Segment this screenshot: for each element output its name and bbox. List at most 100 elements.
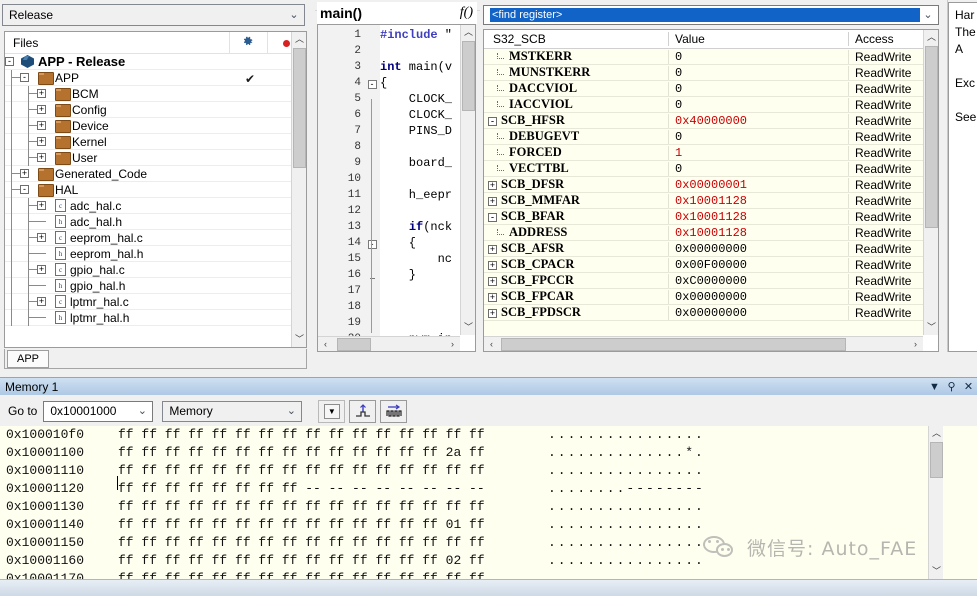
registers-hscroll-thumb[interactable] xyxy=(501,338,846,351)
register-expander[interactable]: - xyxy=(488,213,497,222)
editor-vertical-scrollbar[interactable]: ︿ ﹀ xyxy=(460,25,475,335)
fold-marker[interactable] xyxy=(364,123,380,139)
scroll-down-icon[interactable]: ﹀ xyxy=(929,564,944,579)
memory-hex-bytes[interactable]: ff ff ff ff ff ff ff ff ff ff ff ff ff f… xyxy=(118,444,548,462)
register-value[interactable]: 0x00000001 xyxy=(668,178,848,192)
fold-marker[interactable] xyxy=(364,203,380,219)
tree-item[interactable]: +ceeprom_hal.c xyxy=(5,230,291,246)
register-value[interactable]: 0x00000000 xyxy=(668,306,848,320)
scroll-right-icon[interactable]: › xyxy=(908,339,923,349)
tree-item[interactable]: +BCM xyxy=(5,86,291,102)
register-value[interactable]: 0 xyxy=(668,162,848,176)
register-row[interactable]: ADDRESS0x10001128ReadWrite xyxy=(484,225,923,241)
editor-hscroll-thumb[interactable] xyxy=(337,338,371,351)
register-value[interactable]: 0 xyxy=(668,98,848,112)
scroll-up-icon[interactable]: ︿ xyxy=(461,25,476,40)
fold-marker[interactable] xyxy=(364,219,380,235)
scroll-left-icon[interactable]: ‹ xyxy=(318,339,333,349)
editor-scroll-thumb[interactable] xyxy=(462,41,475,111)
fold-marker[interactable] xyxy=(364,91,380,107)
waveform-button[interactable] xyxy=(380,400,407,423)
register-expander[interactable]: + xyxy=(488,181,497,190)
register-row[interactable]: +SCB_DFSR0x00000001ReadWrite xyxy=(484,177,923,193)
memory-row[interactable]: 0x10001160ff ff ff ff ff ff ff ff ff ff … xyxy=(0,552,977,570)
memory-hex-bytes[interactable]: ff ff ff ff ff ff ff ff ff ff ff ff ff f… xyxy=(118,498,548,516)
memory-hex-bytes[interactable]: ff ff ff ff ff ff ff ff ff ff ff ff ff f… xyxy=(118,534,548,552)
chevron-down-icon[interactable]: ⌄ xyxy=(283,406,299,417)
tree-item[interactable]: +Config xyxy=(5,102,291,118)
pin-icon[interactable]: ⚲ xyxy=(943,380,960,393)
memory-row[interactable]: 0x10001150ff ff ff ff ff ff ff ff ff ff … xyxy=(0,534,977,552)
fold-marker[interactable]: - xyxy=(364,75,380,91)
tree-item[interactable]: +User xyxy=(5,150,291,166)
register-expander[interactable]: + xyxy=(488,309,497,318)
gear-icon[interactable] xyxy=(228,35,266,51)
register-expander[interactable]: + xyxy=(488,277,497,286)
register-value[interactable]: 0xC0000000 xyxy=(668,274,848,288)
fold-marker[interactable] xyxy=(364,299,380,315)
register-find-combo[interactable]: <find register> ⌄ xyxy=(483,5,939,25)
memory-hex-bytes[interactable]: ff ff ff ff ff ff ff ff ff ff ff ff ff f… xyxy=(118,570,548,579)
register-value[interactable]: 0x10001128 xyxy=(668,226,848,240)
fold-marker[interactable] xyxy=(364,27,380,43)
tree-item[interactable]: hgpio_hal.h xyxy=(5,278,291,294)
register-value[interactable]: 0 xyxy=(668,82,848,96)
memory-vertical-scrollbar[interactable]: ︿ ﹀ xyxy=(928,426,943,579)
register-row[interactable]: +SCB_MMFAR0x10001128ReadWrite xyxy=(484,193,923,209)
explorer-tab-bar[interactable]: APP xyxy=(4,349,307,369)
memory-scroll-thumb[interactable] xyxy=(930,442,943,478)
memory-hex-bytes[interactable]: ff ff ff ff ff ff ff ff ff ff ff ff ff f… xyxy=(118,516,548,534)
registers-scroll-thumb[interactable] xyxy=(925,46,938,228)
tree-expander[interactable]: + xyxy=(37,121,46,130)
register-value[interactable]: 0x00000000 xyxy=(668,290,848,304)
tree-item[interactable]: +Kernel xyxy=(5,134,291,150)
scroll-right-icon[interactable]: › xyxy=(445,339,460,349)
build-config-selector[interactable]: Release ⌄ xyxy=(2,4,305,26)
tree-item[interactable]: -APP - Release xyxy=(5,54,291,70)
tree-item[interactable]: -HAL xyxy=(5,182,291,198)
scroll-down-icon[interactable]: ﹀ xyxy=(292,332,307,347)
explorer-vertical-scrollbar[interactable]: ︿ ﹀ xyxy=(291,32,306,347)
tree-item[interactable]: hadc_hal.h xyxy=(5,214,291,230)
memory-hex-dump[interactable]: 0x100010f0ff ff ff ff ff ff ff ff ff ff … xyxy=(0,426,977,579)
register-row[interactable]: DACCVIOL0ReadWrite xyxy=(484,81,923,97)
chevron-down-icon[interactable]: ⌄ xyxy=(134,406,150,417)
memory-row[interactable]: 0x10001110ff ff ff ff ff ff ff ff ff ff … xyxy=(0,462,977,480)
memory-row[interactable]: 0x100010f0ff ff ff ff ff ff ff ff ff ff … xyxy=(0,426,977,444)
register-expander[interactable]: + xyxy=(488,293,497,302)
close-icon[interactable]: ✕ xyxy=(960,380,977,393)
scroll-down-icon[interactable]: ﹀ xyxy=(461,320,476,335)
tree-expander[interactable]: + xyxy=(37,105,46,114)
fold-marker[interactable] xyxy=(364,251,380,267)
register-expander[interactable]: + xyxy=(488,245,497,254)
scroll-up-icon[interactable]: ︿ xyxy=(924,30,939,45)
fold-marker[interactable] xyxy=(364,315,380,331)
register-row[interactable]: +SCB_FPDSCR0x00000000ReadWrite xyxy=(484,305,923,321)
memory-render-selector[interactable]: Memory ⌄ xyxy=(162,401,302,422)
register-value[interactable]: 0 xyxy=(668,50,848,64)
tree-item[interactable]: +Device xyxy=(5,118,291,134)
code-editor-panel[interactable]: 1234567891011121314151617181920 -- #incl… xyxy=(317,24,476,352)
tree-item[interactable]: +clptmr_hal.c xyxy=(5,294,291,310)
tree-expander[interactable]: + xyxy=(37,233,46,242)
fold-marker[interactable] xyxy=(364,59,380,75)
register-expander[interactable]: + xyxy=(488,197,497,206)
register-value[interactable]: 0x00F00000 xyxy=(668,258,848,272)
register-row[interactable]: IACCVIOL0ReadWrite xyxy=(484,97,923,113)
scroll-up-icon[interactable]: ︿ xyxy=(292,32,307,47)
scroll-down-icon[interactable]: ﹀ xyxy=(924,320,939,335)
register-row[interactable]: +SCB_CPACR0x00F00000ReadWrite xyxy=(484,257,923,273)
explorer-scroll-thumb[interactable] xyxy=(293,48,306,168)
fold-marker[interactable] xyxy=(364,283,380,299)
goto-address-input[interactable]: 0x10001000 ⌄ xyxy=(43,401,153,422)
memory-hex-bytes[interactable]: ff ff ff ff ff ff ff ff ff ff ff ff ff f… xyxy=(118,552,548,570)
memory-hex-bytes[interactable]: ff ff ff ff ff ff ff ff ff ff ff ff ff f… xyxy=(118,462,548,480)
tree-expander[interactable]: + xyxy=(37,137,46,146)
fold-marker[interactable] xyxy=(364,267,380,283)
register-row[interactable]: VECTTBL0ReadWrite xyxy=(484,161,923,177)
registers-horizontal-scrollbar[interactable]: ‹ › xyxy=(484,336,923,351)
editor-horizontal-scrollbar[interactable]: ‹ › xyxy=(318,336,460,351)
register-row[interactable]: DEBUGEVT0ReadWrite xyxy=(484,129,923,145)
register-row[interactable]: MSTKERR0ReadWrite xyxy=(484,49,923,65)
fold-marker[interactable] xyxy=(364,171,380,187)
